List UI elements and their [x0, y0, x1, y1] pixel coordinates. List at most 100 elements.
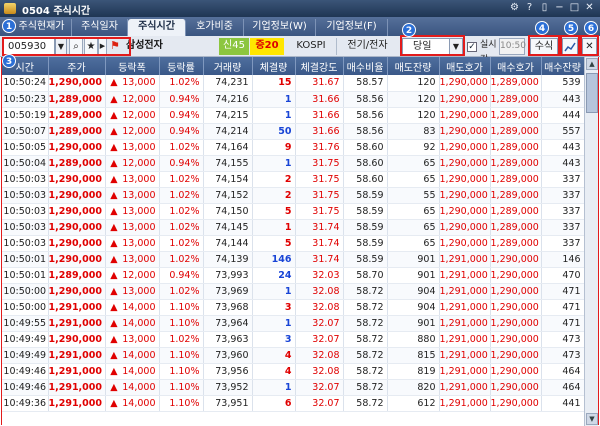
- col-header-strength[interactable]: 체결강도: [295, 57, 344, 75]
- table-row[interactable]: 10:50:04 1,289,000 ▲ 12,000 0.94% 74,155 1 31.7…: [2, 155, 584, 172]
- cell-strength: 32.07: [295, 331, 344, 348]
- table-row[interactable]: 10:50:24 1,290,000 ▲ 13,000 1.02% 74,231 15 31.…: [2, 75, 584, 92]
- cell-change: ▲ 12,000: [105, 123, 160, 140]
- cell-ask-price: 1,291,000: [439, 315, 491, 332]
- col-header-change-rate[interactable]: 등락률: [159, 57, 204, 75]
- cell-buy-ratio: 58.72: [343, 395, 388, 412]
- col-header-bid-qty[interactable]: 매수잔량: [541, 57, 584, 75]
- table-row[interactable]: 10:50:00 1,291,000 ▲ 14,000 1.10% 73,968 3 32.0…: [2, 299, 584, 316]
- cell-trade-qty: 1: [252, 91, 296, 108]
- cell-change-rate: 1.02%: [159, 75, 204, 92]
- window-controls: ⚙ ? ▯ − □ ✕: [508, 2, 596, 14]
- table-row[interactable]: 10:49:49 1,291,000 ▲ 14,000 1.10% 73,960 4 32.0…: [2, 347, 584, 364]
- col-header-change[interactable]: 등락폭: [105, 57, 160, 75]
- scroll-up-icon[interactable]: ▲: [586, 58, 598, 70]
- cell-strength: 31.76: [295, 139, 344, 156]
- tab-daily[interactable]: 주식일자: [72, 19, 128, 36]
- cell-strength: 32.08: [295, 347, 344, 364]
- scroll-down-icon[interactable]: ▼: [586, 413, 598, 425]
- tab-company-f[interactable]: 기업정보(F): [316, 19, 388, 36]
- change-value: 14,000: [122, 381, 156, 393]
- table-row[interactable]: 10:50:03 1,290,000 ▲ 13,000 1.02% 74,150 5 31.7…: [2, 203, 584, 220]
- search-icon[interactable]: ⌕: [69, 38, 83, 55]
- cell-trade-qty: 1: [252, 315, 296, 332]
- window-close-icon[interactable]: ✕: [583, 2, 596, 14]
- table-row[interactable]: 10:50:01 1,289,000 ▲ 12,000 0.94% 73,993 24 32.…: [2, 267, 584, 284]
- realtime-checkbox[interactable]: ✓: [467, 42, 477, 52]
- next-arrow-icon[interactable]: ▶: [98, 38, 107, 55]
- cell-buy-ratio: 58.56: [343, 123, 388, 140]
- cell-ask-price: 1,290,000: [439, 139, 491, 156]
- table-row[interactable]: 10:50:05 1,290,000 ▲ 13,000 1.02% 74,164 9 31.7…: [2, 139, 584, 156]
- col-header-trade-qty[interactable]: 체결량: [252, 57, 296, 75]
- cell-ask-qty: 612: [387, 395, 440, 412]
- cell-ask-qty: 904: [387, 283, 440, 300]
- cell-ask-qty: 65: [387, 155, 440, 172]
- settings-icon[interactable]: ⚙: [508, 2, 521, 14]
- table-row[interactable]: 10:50:00 1,290,000 ▲ 13,000 1.02% 73,969 1 32.0…: [2, 283, 584, 300]
- col-header-ask-price[interactable]: 매도호가: [439, 57, 491, 75]
- chart-icon[interactable]: [562, 38, 578, 55]
- cell-volume: 73,993: [203, 267, 253, 284]
- favorite-star-icon[interactable]: ★: [84, 38, 98, 55]
- code-dropdown-icon[interactable]: ▼: [55, 38, 67, 55]
- table-row[interactable]: 10:50:03 1,290,000 ▲ 13,000 1.02% 74,144 5 31.7…: [2, 235, 584, 252]
- cell-trade-qty: 3: [252, 331, 296, 348]
- cell-change: ▲ 12,000: [105, 107, 160, 124]
- formula-button[interactable]: 수식: [530, 38, 558, 55]
- cell-bid-price: 1,289,000: [490, 235, 542, 252]
- cell-trade-qty: 4: [252, 347, 296, 364]
- change-value: 12,000: [122, 157, 156, 169]
- layout-icon[interactable]: ▯: [538, 2, 551, 14]
- cell-time: 10:49:55: [2, 315, 49, 332]
- table-row[interactable]: 10:50:23 1,289,000 ▲ 12,000 0.94% 74,216 1 31.6…: [2, 91, 584, 108]
- trade-table: 시간 주가 등락폭 등락률 거래량 체결량 체결강도 매수비율 매도잔량 매도호…: [2, 57, 584, 412]
- table-row[interactable]: 10:50:07 1,289,000 ▲ 12,000 0.94% 74,214 50 31.…: [2, 123, 584, 140]
- cell-trade-qty: 146: [252, 251, 296, 268]
- tab-order-ratio[interactable]: 호가비중: [186, 19, 244, 36]
- col-header-volume[interactable]: 거래량: [203, 57, 253, 75]
- cell-change: ▲ 13,000: [105, 251, 160, 268]
- table-row[interactable]: 10:50:19 1,289,000 ▲ 12,000 0.94% 74,215 1 31.6…: [2, 107, 584, 124]
- period-dropdown-icon[interactable]: ▼: [449, 38, 463, 55]
- cell-trade-qty: 24: [252, 267, 296, 284]
- change-value: 14,000: [122, 365, 156, 377]
- table-row[interactable]: 10:50:03 1,290,000 ▲ 13,000 1.02% 74,145 1 31.7…: [2, 219, 584, 236]
- table-row[interactable]: 10:49:36 1,291,000 ▲ 14,000 1.10% 73,951 6 32.0…: [2, 395, 584, 412]
- cell-volume: 73,960: [203, 347, 253, 364]
- cell-price: 1,291,000: [48, 379, 106, 396]
- minimize-icon[interactable]: −: [553, 2, 566, 14]
- col-header-price[interactable]: 주가: [48, 57, 106, 75]
- col-header-ask-qty[interactable]: 매도잔량: [387, 57, 440, 75]
- cell-buy-ratio: 58.72: [343, 283, 388, 300]
- help-icon[interactable]: ?: [523, 2, 536, 14]
- vertical-scrollbar[interactable]: ▲ ▼: [584, 57, 598, 426]
- cell-ask-qty: 65: [387, 203, 440, 220]
- table-row[interactable]: 10:49:46 1,291,000 ▲ 14,000 1.10% 73,952 1 32.0…: [2, 379, 584, 396]
- tab-current-price[interactable]: 주식현재가: [12, 19, 72, 36]
- table-row[interactable]: 10:49:46 1,291,000 ▲ 14,000 1.10% 73,956 4 32.0…: [2, 363, 584, 380]
- table-row[interactable]: 10:50:03 1,290,000 ▲ 13,000 1.02% 74,154 2 31.7…: [2, 171, 584, 188]
- col-header-bid-price[interactable]: 매수호가: [490, 57, 542, 75]
- cell-time: 10:50:00: [2, 299, 49, 316]
- cell-bid-price: 1,290,000: [490, 315, 542, 332]
- cell-bid-qty: 337: [541, 219, 584, 236]
- panel-close-button[interactable]: ✕: [582, 38, 597, 55]
- callout-6: 6: [584, 21, 598, 35]
- table-row[interactable]: 10:50:03 1,290,000 ▲ 13,000 1.02% 74,152 2 31.7…: [2, 187, 584, 204]
- maximize-icon[interactable]: □: [568, 2, 581, 14]
- cell-volume: 73,952: [203, 379, 253, 396]
- cell-change-rate: 1.02%: [159, 139, 204, 156]
- time-input[interactable]: 10:50: [499, 38, 526, 55]
- period-select[interactable]: 당일: [402, 38, 450, 55]
- table-row[interactable]: 10:49:49 1,290,000 ▲ 13,000 1.02% 73,963 3 32.0…: [2, 331, 584, 348]
- scroll-thumb[interactable]: [586, 73, 598, 113]
- cell-ask-qty: 55: [387, 187, 440, 204]
- tab-time[interactable]: 주식시간: [128, 19, 186, 36]
- tab-company-w[interactable]: 기업정보(W): [244, 19, 316, 36]
- cell-buy-ratio: 58.59: [343, 219, 388, 236]
- col-header-buy-ratio[interactable]: 매수비율: [343, 57, 388, 75]
- stock-code-input[interactable]: 005930: [3, 38, 55, 55]
- table-row[interactable]: 10:50:01 1,290,000 ▲ 13,000 1.02% 74,139 146 31…: [2, 251, 584, 268]
- table-row[interactable]: 10:49:55 1,291,000 ▲ 14,000 1.10% 73,964 1 32.0…: [2, 315, 584, 332]
